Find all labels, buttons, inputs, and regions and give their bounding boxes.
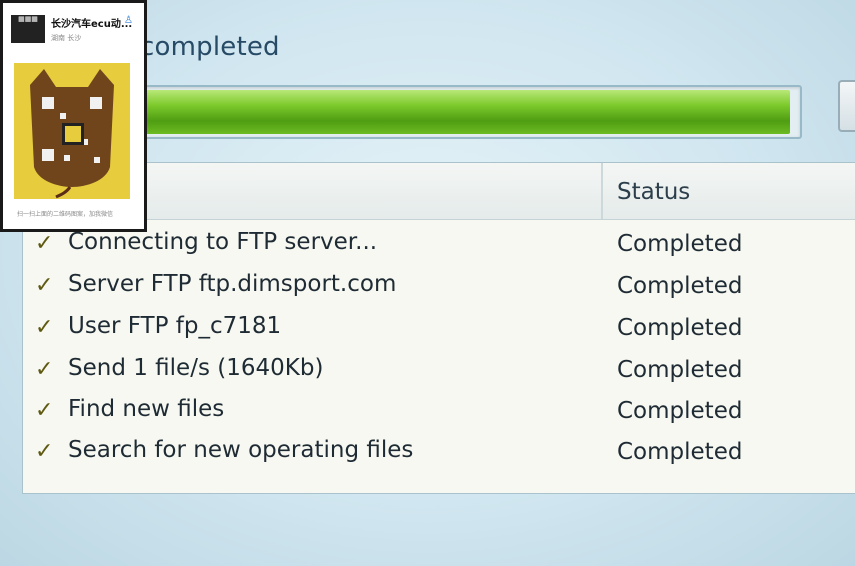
check-icon: ✓ bbox=[35, 439, 54, 464]
check-icon: ✓ bbox=[35, 231, 54, 256]
task-status: Completed bbox=[617, 273, 743, 299]
task-label: Connecting to FTP server... bbox=[68, 229, 378, 255]
side-button[interactable] bbox=[838, 80, 855, 132]
column-divider[interactable] bbox=[601, 163, 603, 219]
task-status: Completed bbox=[617, 439, 743, 465]
status-column-header[interactable]: Status bbox=[617, 179, 690, 205]
table-row[interactable]: ✓ Find new files Completed bbox=[23, 394, 855, 434]
task-status: Completed bbox=[617, 315, 743, 341]
check-icon: ✓ bbox=[35, 398, 54, 423]
task-label: User FTP fp_c7181 bbox=[68, 313, 282, 339]
dialog-title: completed bbox=[140, 32, 280, 62]
qr-code-image bbox=[14, 63, 130, 199]
person-icon: ♙ bbox=[124, 15, 133, 26]
task-label: Send 1 file/s (1640Kb) bbox=[68, 355, 324, 381]
check-icon: ✓ bbox=[35, 315, 54, 340]
task-status: Completed bbox=[617, 231, 743, 257]
progress-bar bbox=[135, 85, 802, 139]
business-logo: ▦▦▦ bbox=[11, 15, 45, 43]
task-status: Completed bbox=[617, 398, 743, 424]
task-label: Server FTP ftp.dimsport.com bbox=[68, 271, 397, 297]
task-label: Search for new operating files bbox=[68, 437, 414, 463]
table-row[interactable]: ✓ Send 1 file/s (1640Kb) Completed bbox=[23, 353, 855, 393]
qr-code-overlay: ▦▦▦ 长沙汽车ecu动... 湖南 长沙 ♙ 扫一扫上面的二维码图案，加我微信 bbox=[0, 0, 147, 232]
table-row[interactable]: ✓ Connecting to FTP server... Completed bbox=[23, 227, 855, 267]
check-icon: ✓ bbox=[35, 273, 54, 298]
task-status: Completed bbox=[617, 357, 743, 383]
contact-region: 湖南 长沙 bbox=[51, 34, 82, 42]
check-icon: ✓ bbox=[35, 357, 54, 382]
qr-caption: 扫一扫上面的二维码图案，加我微信 bbox=[17, 211, 114, 218]
table-row[interactable]: ✓ Server FTP ftp.dimsport.com Completed bbox=[23, 269, 855, 309]
contact-name: 长沙汽车ecu动... bbox=[51, 19, 133, 30]
progress-bar-fill bbox=[140, 90, 790, 134]
table-row[interactable]: ✓ User FTP fp_c7181 Completed bbox=[23, 311, 855, 351]
task-label: Find new files bbox=[68, 396, 225, 422]
table-header: Status bbox=[23, 163, 855, 220]
table-row[interactable]: ✓ Search for new operating files Complet… bbox=[23, 435, 855, 475]
